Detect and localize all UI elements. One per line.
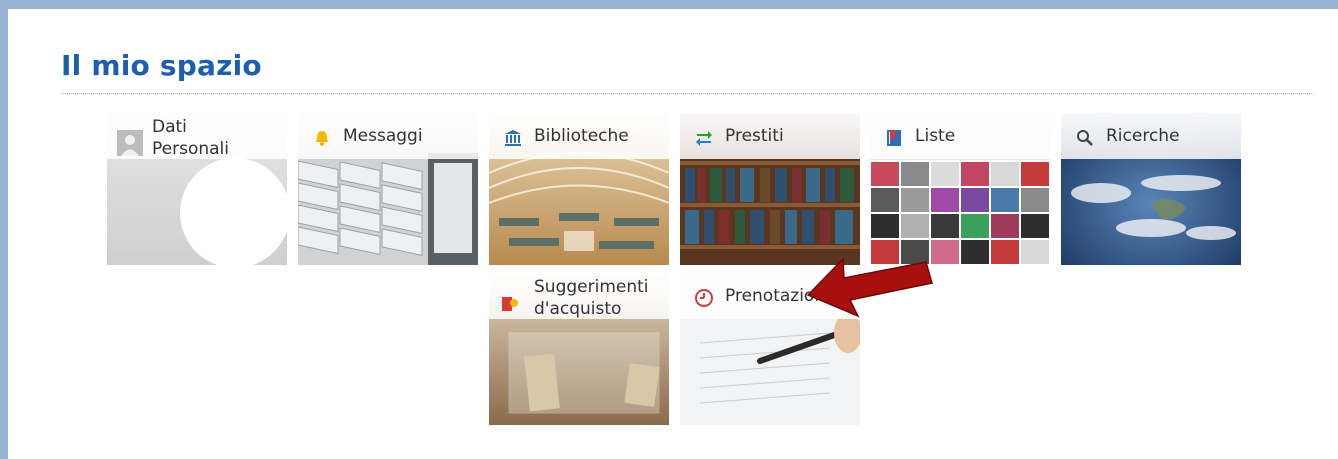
- list-book-icon: [887, 130, 901, 146]
- tile-label: Prenotazioni: [725, 286, 830, 306]
- search-icon: [1077, 130, 1093, 146]
- tile-ricerche[interactable]: Ricerche: [1061, 113, 1241, 265]
- tile-label: Liste: [915, 126, 956, 146]
- page-title: Il mio spazio: [61, 49, 262, 82]
- tile-label: Suggerimenti d'acquisto: [534, 277, 649, 319]
- tile-liste[interactable]: Liste: [870, 113, 1050, 265]
- tile-biblioteche[interactable]: Biblioteche: [489, 113, 669, 265]
- tile-label: Dati Personali: [152, 117, 229, 159]
- tile-label: Biblioteche: [534, 126, 629, 146]
- tile-messaggi[interactable]: Messaggi: [298, 113, 478, 265]
- clock-icon: [695, 289, 713, 307]
- tile-prenotazioni[interactable]: Prenotazioni: [680, 273, 860, 425]
- bell-icon: [316, 131, 328, 146]
- tile-label: Messaggi: [343, 126, 423, 146]
- tile-label: Ricerche: [1106, 126, 1180, 146]
- user-icon: [117, 130, 143, 156]
- suggestion-icon: [502, 297, 518, 311]
- tile-label: Prestiti: [725, 126, 784, 146]
- tile-dati-personali[interactable]: Dati Personali: [107, 113, 287, 265]
- tile-prestiti[interactable]: Prestiti: [680, 113, 860, 265]
- title-divider: [61, 93, 1314, 94]
- tile-suggerimenti-acquisto[interactable]: Suggerimenti d'acquisto: [489, 273, 669, 425]
- swap-arrows-icon: [696, 131, 712, 146]
- library-icon: [505, 130, 521, 146]
